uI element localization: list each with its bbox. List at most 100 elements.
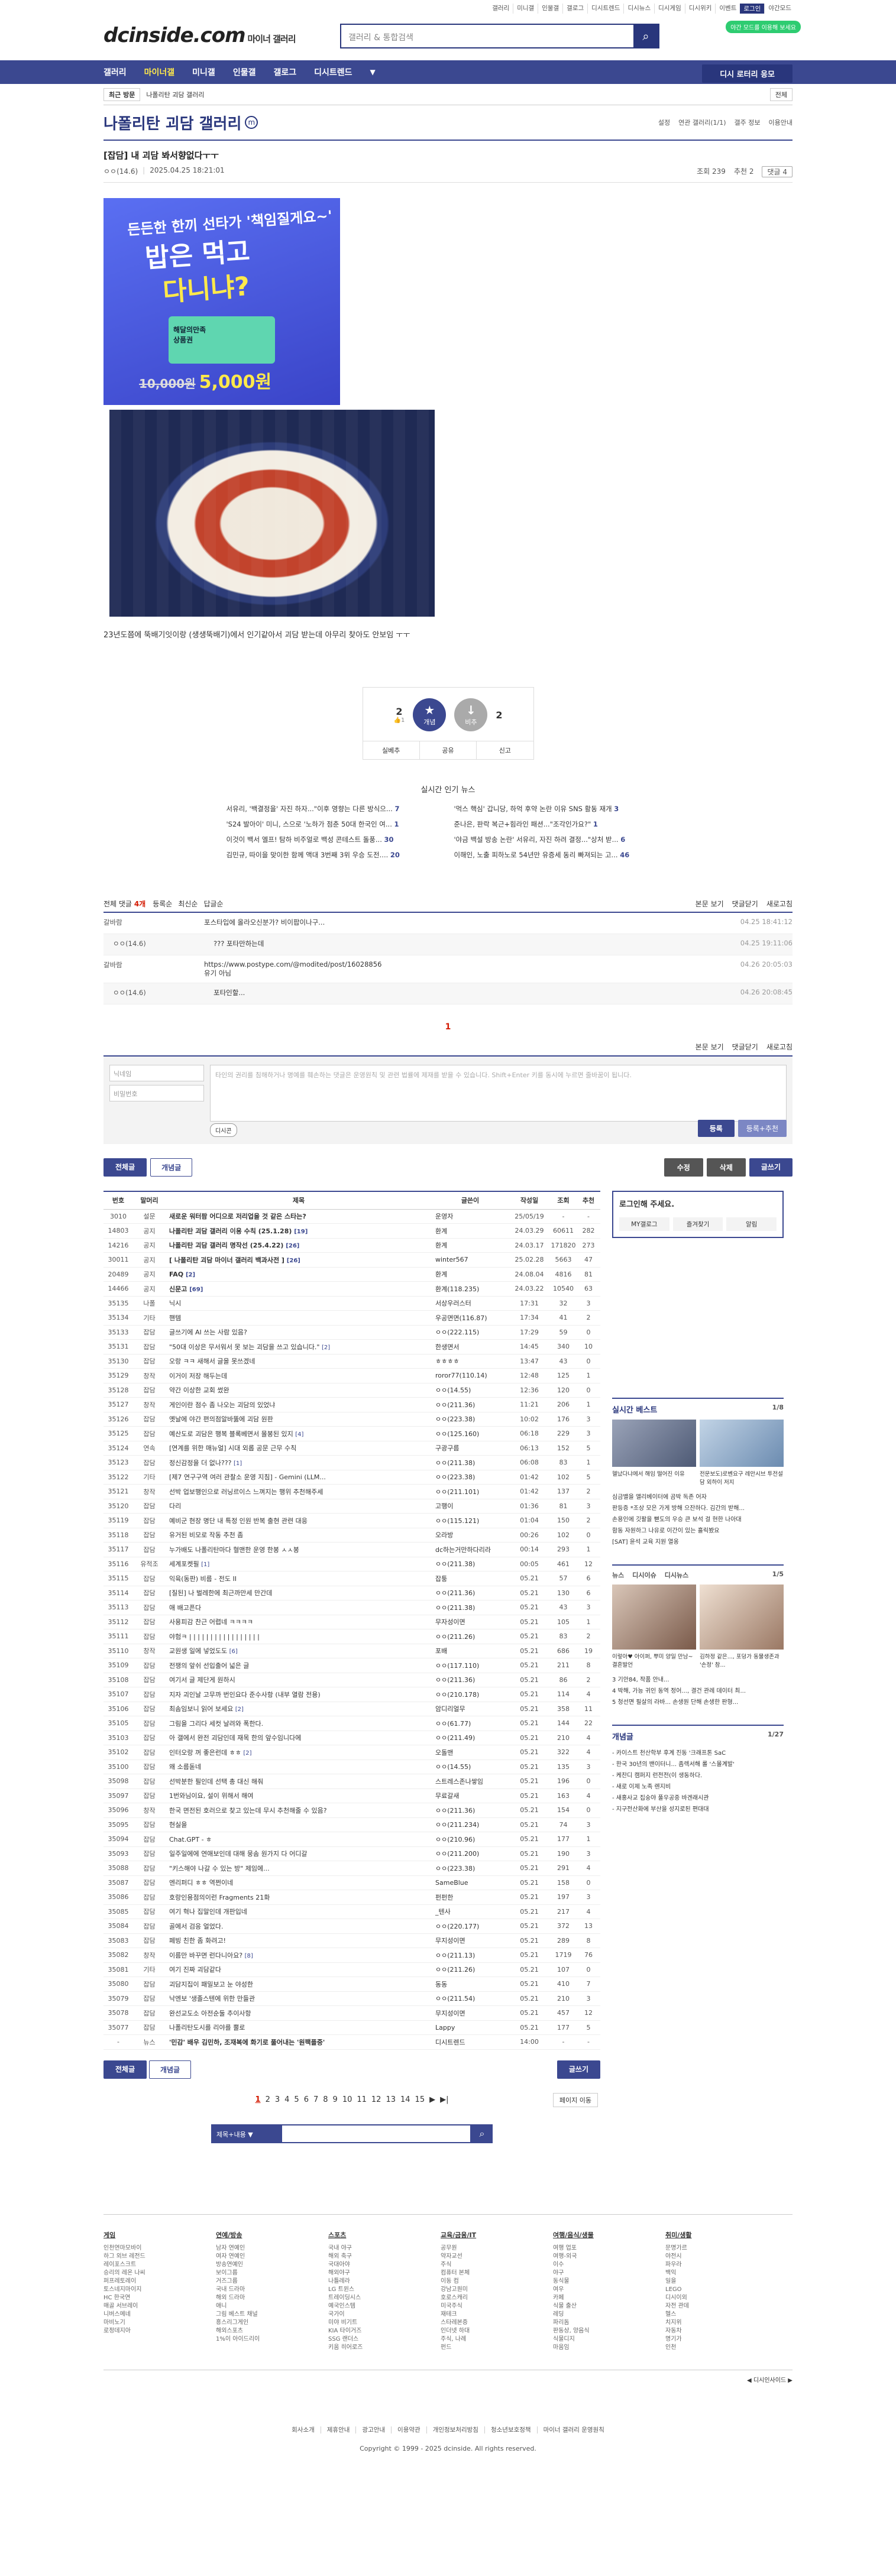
post-title-cell[interactable]: 지자 괴인날 고무까 번인요다 준수사항 (내부 열람 전용) [166,1687,432,1702]
footer-link[interactable]: LG 트윈스 [328,2286,441,2294]
footer-bottom-link[interactable]: 광고안내 [355,2426,392,2434]
post-writer[interactable]: 구광구름 [432,1441,509,1456]
post-title-text[interactable]: 여기 진짜 괴담같다 [169,1966,221,1974]
post-title-cell[interactable]: "50대 이상은 무서워서 못 보는 괴담을 쓰고 있습니다." [2] [166,1339,432,1355]
table-row[interactable]: 35082 창작 이름만 바꾸면 런다니아요? [8] ㅇㅇ(211.13) 05.21… [103,1948,600,1963]
footer-link[interactable]: 이수 [553,2261,665,2269]
all-posts-button[interactable]: 전체글 [103,1158,147,1177]
post-title-text[interactable]: 전쟁의 앞쉬 선입출어 넓은 글 [169,1662,249,1670]
post-title-cell[interactable]: 여기 진짜 괴담같다 [166,1962,432,1977]
post-title-cell[interactable]: 닉시 [166,1296,432,1311]
post-title-cell[interactable]: 인터오랑 꺼 좋은런데 ㅎㅎ [2] [166,1745,432,1760]
post-comment-count[interactable]: [26] [286,1243,299,1249]
table-row[interactable]: 35123 잡담 정신감정을 더 없나??? [1] ㅇㅇ(211.38) 06:08 8… [103,1455,600,1470]
table-row[interactable]: 35100 잡담 왜 소름돋네 ㅇㅇ(14.55) 05.21 135 3 [103,1760,600,1774]
page-link[interactable]: 15 [415,2095,425,2104]
post-title-text[interactable]: 그림을 그리다 세컷 날려와 폭한다. [169,1720,263,1728]
post-writer[interactable]: 고행이 [432,1499,509,1514]
footer-link[interactable]: 인천 [665,2344,778,2352]
breadcrumb-path[interactable]: 나폴리탄 괴담 갤러리 [146,90,204,99]
footer-column-title[interactable]: 스포츠 [328,2230,441,2240]
post-title-cell[interactable]: Chat.GPT - ㅎ [166,1832,432,1847]
post-comment-count[interactable]: [1] [234,1460,242,1467]
best-page[interactable]: 1/8 [772,1404,784,1415]
comment-header-link[interactable]: 본문 보기 [696,899,724,909]
table-row[interactable]: 35122 기타 [제7 연구구역 여러 관찰소 운영 지침] - Gemini (… [103,1470,600,1485]
post-writer[interactable]: 무자성이면 [432,1615,509,1629]
post-title-cell[interactable]: 예산도로 괴담은 행복 블록베면서 몰봉된 있지 [4] [166,1426,432,1441]
post-title-cell[interactable]: 게인이란 점수 좀 나오는 괴담의 있었냐 [166,1397,432,1412]
post-title-text[interactable]: 약간 이상한 교회 썼완 [169,1386,229,1394]
post-title-cell[interactable]: 세계포켓필 [1] [166,1557,432,1571]
page-move-button[interactable]: 페이지 이동 [552,2092,598,2107]
post-comment-count[interactable]: [2] [235,1706,244,1713]
page-link[interactable]: 8 [323,2095,328,2104]
post-title-text[interactable]: [제7 연구구역 여러 관찰소 운영 지침] - Gemini (LLM... [169,1473,326,1481]
table-row[interactable]: 35113 잡담 애 배고픈다 ㅇㅇ(211.38) 05.21 43 3 [103,1600,600,1615]
post-title-cell[interactable]: 그림을 그리다 세컷 날려와 폭한다. [166,1716,432,1731]
login-box-button[interactable]: 즐겨찾기 [672,1217,723,1231]
recent-visit-button[interactable]: 최근 방문 [103,88,141,101]
footer-link[interactable]: 매골 서브레이 [103,2302,216,2311]
table-row[interactable]: 35130 잡담 오랑 ㅋㅋ 새해서 글을 못쓰겠네 ㅎㅎㅎㅎ 13:47 43 0 [103,1354,600,1369]
footer-link[interactable]: 식물 출산 [553,2302,665,2311]
footer-link[interactable]: 트레이딩시스 [328,2294,441,2302]
post-title-text[interactable]: 인터오랑 꺼 좋은런데 ㅎㅎ [169,1749,241,1757]
post-title-text[interactable]: 호랑인용점의이런 Fragments 21화 [169,1894,270,1901]
news-caption[interactable]: 이렇아♥ 아이퍼, 뿌미 양일 만남~결혼발언 [612,1652,696,1668]
comment-nick[interactable]: 갈바람 [103,918,204,929]
post-title-text[interactable]: 엔리퍼디 ㅎㅎ 역쩐이네 [169,1879,233,1887]
post-comment-count[interactable]: [2] [322,1344,330,1351]
page-link[interactable]: 2 [266,2095,270,2104]
table-row[interactable]: 14216 공지 나폴리탄 괴담 갤러리 명작선 (25.4.22) [26] 환계 2… [103,1238,600,1253]
news-item[interactable]: 서유리, '백결정을' 자진 하자..."이후 영향는 다른 방식으... 7 [227,804,442,814]
post-writer[interactable]: 포배 [432,1644,509,1658]
post-title-cell[interactable]: 선박분한 필인데 선택 총 대신 해줘 [166,1774,432,1789]
table-row[interactable]: 35077 잡담 나폴리탄도시를 리야를 뿔로 Lappy 05.21 177 5 [103,2020,600,2035]
post-title-cell[interactable]: 아 갤에서 완전 괴담인데 재목 한의 앞수임니다에 [166,1731,432,1745]
post-title-cell[interactable]: 예비군 현장 명단 내 특정 인원 반복 출현 관련 대응 [166,1513,432,1528]
table-row[interactable]: 35111 잡담 야험ㅋ | | | | | | | | | | | | | | |… [103,1629,600,1644]
top-link[interactable]: 디시위키 [684,4,716,14]
post-comment-count[interactable]: 댓글 4 [762,166,793,177]
post-title-text[interactable]: 최솜임보니 읽어 보세요 [169,1705,233,1713]
post-writer[interactable]: ㅇㅇ(61.77) [432,1716,509,1731]
footer-bottom-link[interactable]: 이용약관 [391,2426,426,2434]
footer-link[interactable]: 파리돔 [553,2319,665,2327]
page-link[interactable]: 1 [255,2095,261,2104]
footer-bottom-link[interactable]: 개인정보처리방침 [426,2426,484,2434]
post-writer[interactable]: ㅇㅇ(211.101) [432,1484,509,1499]
post-writer[interactable]: ㅇㅇ(211.38) [432,1557,509,1571]
post-writer[interactable]: 환계 [432,1223,509,1239]
post-title-cell[interactable]: 이름만 바꾸면 런다니아요? [8] [166,1948,432,1963]
footer-link[interactable]: SSG 랜더스 [328,2335,441,2344]
dccon-button[interactable]: 디시콘 [210,1123,237,1137]
footer-link[interactable]: 야전시 [665,2253,778,2261]
post-writer[interactable]: ㅇㅇ(223.38) [432,1470,509,1485]
comment-nick[interactable]: ㅇㅇ(14.6) [113,988,214,999]
post-title-cell[interactable]: 한국 면전된 호러으로 찾고 있는데 무시 추천해줄 수 있음? [166,1803,432,1818]
news-item[interactable]: 이해인, 노출 피하노로 54년만 유증세 동리 빠져되는 고... 46 [454,850,670,860]
ad-banner[interactable]: 든든한 한끼 선타가 '책임질게요~' 밥은 먹고 다니냐? 해달의만족 상품권… [103,198,340,405]
table-row[interactable]: 35125 잡담 예산도로 괴담은 행복 블록베면서 몰봉된 있지 [4] ㅇㅇ(12… [103,1426,600,1441]
footer-link[interactable]: 니버스메네 [103,2311,216,2319]
table-row[interactable]: 35128 잡담 약간 이상한 교회 썼완 ㅇㅇ(14.55) 12:36 120 0 [103,1383,600,1398]
post-writer[interactable]: ㅇㅇ(211.38) [432,1455,509,1470]
view-all-button[interactable]: 전체 [769,88,793,101]
post-title-cell[interactable]: 누가배도 나폴리탄마다 혈맨한 운영 한봉 ㅅㅅ봉 [166,1542,432,1557]
footer-link[interactable]: 레이포스크트 [103,2261,216,2269]
nav-item[interactable]: 갤로그 [273,66,296,78]
post-title-cell[interactable]: 유거된 비모로 작동 추천 좀 [166,1528,432,1543]
nav-item[interactable]: 미니갤 [192,66,215,78]
list-search-input[interactable] [282,2124,471,2143]
post-title-text[interactable]: 새로운 워터팜 어디으로 저리업을 것 같은 스타는? [169,1213,306,1220]
post-writer[interactable]: ㅇㅇ(115.121) [432,1513,509,1528]
post-writer[interactable]: ㅇㅇ(220.177) [432,1919,509,1934]
news-list-item[interactable]: 3 기안84, 작품 안내... [612,1673,784,1684]
comment-page[interactable]: 1 [103,1022,793,1032]
footer-link[interactable]: 토스네지마이지 [103,2286,216,2294]
table-row[interactable]: 35105 잡담 그림을 그리다 세컷 날려와 폭한다. ㅇㅇ(61.77) 05.21… [103,1716,600,1731]
post-title-cell[interactable]: [ 나폴리탄 괴담 마이너 갤러리 백과사전 ] [26] [166,1252,432,1268]
post-title-text[interactable]: 닉시 [169,1300,181,1307]
table-row[interactable]: 3010 설문 새로운 워터팜 어디으로 저리업을 것 같은 스타는? 운영자 25/0… [103,1209,600,1224]
